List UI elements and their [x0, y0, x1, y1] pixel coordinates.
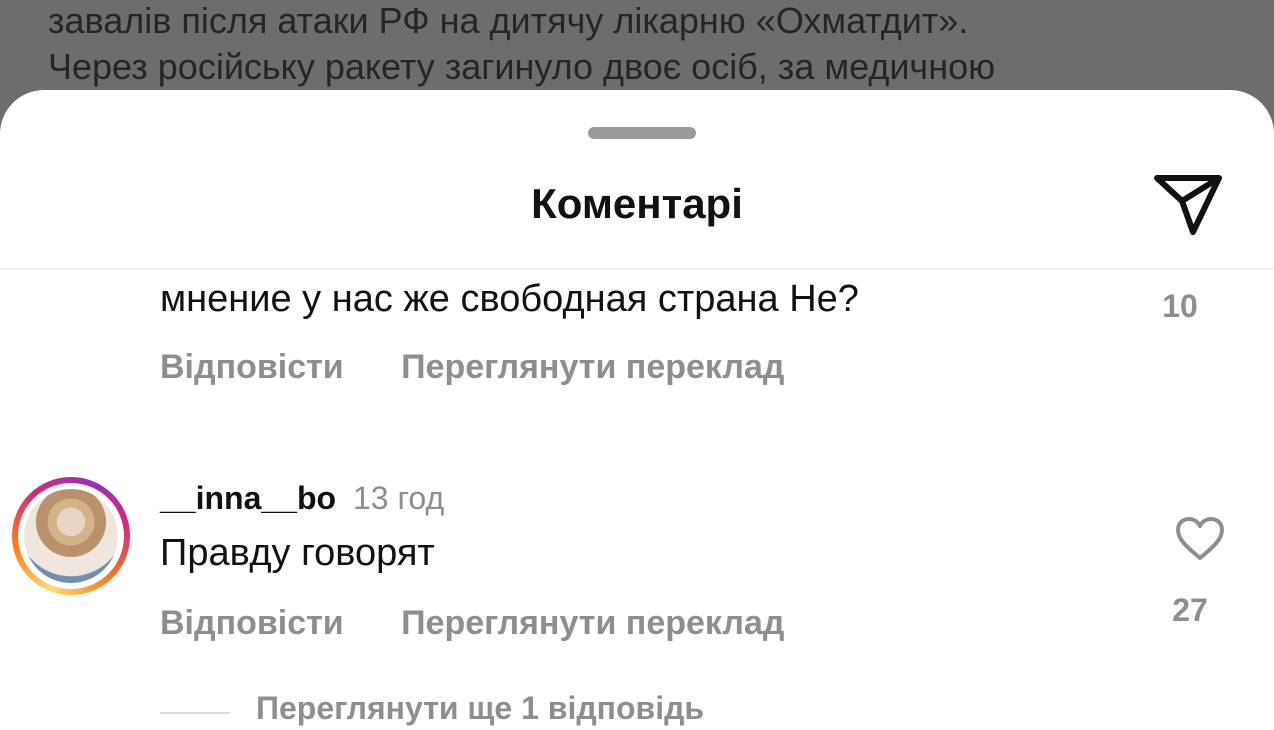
drag-handle[interactable]: [588, 127, 696, 139]
comment-meta: __inna__bo 13 год: [160, 480, 444, 517]
header-divider: [0, 268, 1274, 270]
view-translation-button[interactable]: Переглянути переклад: [401, 348, 784, 386]
heart-icon[interactable]: [1174, 516, 1226, 562]
replies-divider-line: [160, 712, 230, 714]
comments-sheet: Коментарі мнение у нас же свободная стра…: [0, 90, 1274, 730]
like-count: 10: [1162, 288, 1198, 324]
page-title: Коментарі: [531, 180, 743, 227]
background-post-text: завалів після атаки РФ на дитячу лікарню…: [48, 0, 1268, 90]
like-count: 27: [1172, 592, 1208, 628]
view-translation-button[interactable]: Переглянути переклад: [401, 604, 784, 642]
comment-actions: Відповісти Переглянути переклад: [160, 348, 832, 387]
send-icon[interactable]: [1153, 174, 1223, 236]
background-post-line: завалів після атаки РФ на дитячу лікарню…: [48, 0, 969, 41]
comment-username[interactable]: __inna__bo: [160, 480, 336, 516]
background-post-line: Через російську ракету загинуло двоє осі…: [48, 46, 996, 87]
comment-actions: Відповісти Переглянути переклад: [160, 604, 832, 643]
avatar-frame: [18, 483, 124, 589]
view-replies-button[interactable]: Переглянути ще 1 відповідь: [256, 690, 704, 727]
reply-button[interactable]: Відповісти: [160, 604, 344, 642]
comment-item: __inna__bo 13 год Правду говорят Відпові…: [0, 477, 1274, 650]
avatar[interactable]: [12, 477, 130, 595]
avatar-image: [24, 489, 118, 583]
comment-text: Правду говорят: [160, 532, 435, 574]
comment-item: мнение у нас же свободная страна Не? Від…: [0, 278, 1274, 418]
comment-time: 13 год: [352, 480, 445, 516]
reply-button[interactable]: Відповісти: [160, 348, 344, 386]
comment-text: мнение у нас же свободная страна Не?: [160, 278, 859, 320]
